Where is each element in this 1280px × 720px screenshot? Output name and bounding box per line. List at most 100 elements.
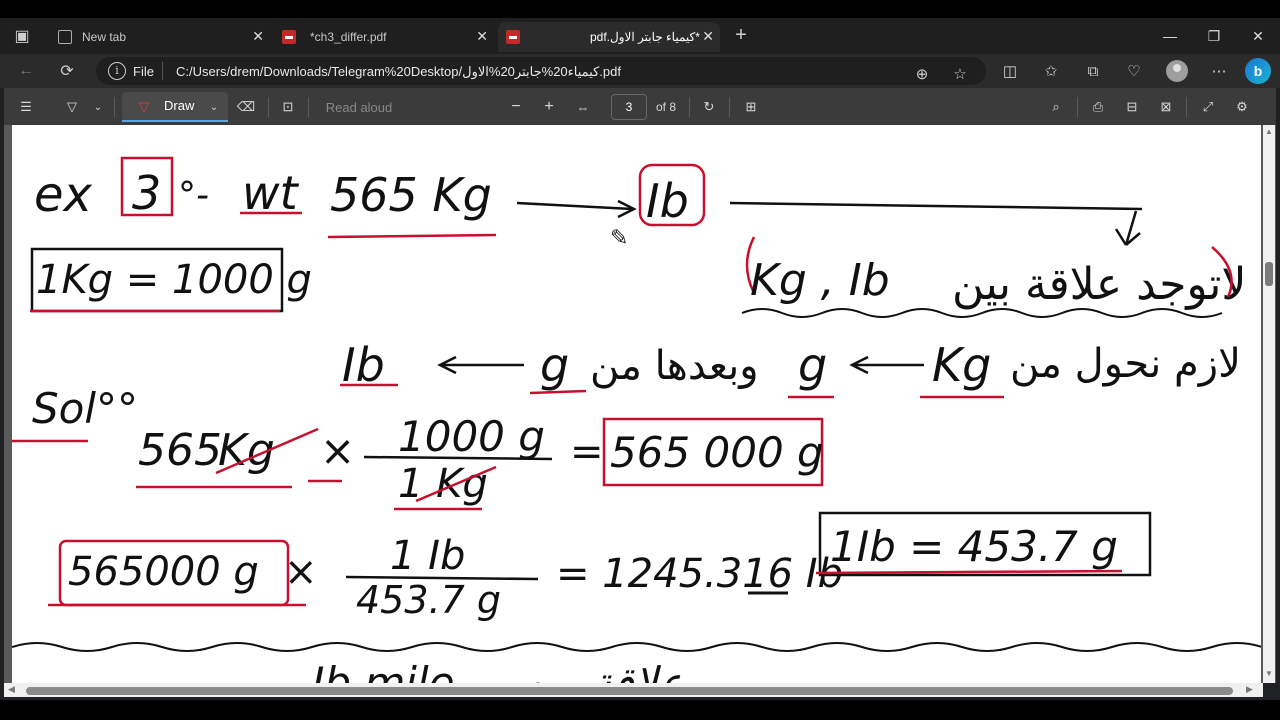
page-count: of 8: [656, 100, 677, 114]
divider: [689, 97, 690, 117]
divider: [114, 97, 115, 117]
more-menu-icon[interactable]: ⋯: [1207, 60, 1231, 82]
tab-new-tab[interactable]: New tab ✕: [50, 22, 270, 52]
step1-denominator: 1 Kg: [398, 461, 488, 507]
back-icon[interactable]: ←: [14, 60, 38, 82]
url-scheme-label: File: [133, 64, 154, 79]
screen-top-border: [0, 0, 1280, 18]
vertical-scroll-thumb[interactable]: [1265, 262, 1273, 286]
path-then-from: وبعدها من: [590, 343, 759, 389]
zoom-out-icon[interactable]: −: [506, 96, 526, 118]
note-no-relation: لاتوجد علاقة بين: [952, 259, 1247, 310]
fit-to-page-icon[interactable]: ⇔: [573, 96, 593, 118]
step2-times: ×: [284, 549, 318, 595]
step1-value: 565: [138, 425, 222, 476]
pdf-icon: [506, 30, 520, 44]
profile-avatar[interactable]: [1166, 60, 1188, 82]
save-icon[interactable]: ⊟: [1122, 96, 1142, 118]
scroll-down-icon[interactable]: ▼: [1264, 669, 1274, 678]
url-text[interactable]: C:/Users/drem/Downloads/Telegram%20Deskt…: [176, 64, 621, 80]
collections-icon[interactable]: ⧉: [1081, 60, 1105, 82]
favorites-icon[interactable]: ✩: [1039, 60, 1063, 82]
highlight-icon[interactable]: ▽: [62, 96, 82, 118]
step1-equals: =: [570, 429, 604, 475]
draw-pen-icon: ▽: [139, 99, 149, 114]
address-bar[interactable]: i File C:/Users/drem/Downloads/Telegram%…: [96, 57, 986, 85]
browser-essentials-icon[interactable]: ♡: [1122, 60, 1146, 82]
example-label: ex: [34, 167, 93, 223]
page-number-input[interactable]: 3: [611, 94, 647, 120]
url-separator: [162, 62, 163, 80]
divider: [729, 97, 730, 117]
divider: [1077, 97, 1078, 117]
example-colon: °-: [178, 175, 209, 216]
step2-result: = 1245.316 Ib: [556, 551, 843, 597]
arrow-line: [516, 201, 633, 211]
step2-numerator: 1 Ib: [390, 533, 465, 579]
long-arrow-line: [729, 201, 1143, 211]
pencil-cursor-icon: ✎: [610, 225, 628, 250]
contents-icon[interactable]: ☰: [16, 96, 36, 118]
close-tab-icon[interactable]: ✕: [702, 28, 714, 45]
page-view-icon[interactable]: ⊞: [741, 96, 761, 118]
close-window-button[interactable]: ✕: [1236, 18, 1280, 54]
zoom-icon[interactable]: ⊕: [910, 63, 934, 85]
split-screen-icon[interactable]: ◫: [998, 60, 1022, 82]
close-tab-icon[interactable]: ✕: [476, 28, 488, 45]
settings-gear-icon[interactable]: ⚙: [1232, 96, 1252, 118]
info-icon[interactable]: i: [108, 62, 126, 80]
print-icon[interactable]: ⎙: [1088, 96, 1108, 118]
pdf-icon: [282, 30, 296, 44]
highlight-dropdown-icon[interactable]: ⌄: [92, 96, 104, 118]
vertical-scrollbar[interactable]: [1263, 125, 1275, 683]
long-arrow-head: [1114, 210, 1141, 246]
next-line-partial: Ib mile ... علاقة بين: [312, 658, 684, 683]
handwritten-notes: ex 3 °- wt 565 Kg Ib ✎ 1Kg = 1000 g Kg ,…: [12, 156, 1261, 683]
step2-denominator: 453.7 g: [356, 578, 501, 622]
path-kg: Kg: [932, 338, 991, 392]
wavy-underline: [741, 308, 1223, 318]
tab-actions-icon[interactable]: ▣: [10, 25, 34, 47]
save-as-icon[interactable]: ⊠: [1156, 96, 1176, 118]
draw-active-indicator: [122, 120, 228, 122]
step1-result: 565 000 g: [610, 428, 824, 477]
target-unit: Ib: [646, 174, 689, 228]
scroll-left-icon[interactable]: ◀: [8, 684, 15, 695]
restore-button[interactable]: ❐: [1192, 18, 1236, 54]
tab-label: *ch3_differ.pdf: [310, 30, 387, 44]
new-tab-button[interactable]: +: [729, 24, 753, 46]
underline: [327, 233, 497, 239]
favorite-star-icon[interactable]: ☆: [948, 63, 972, 85]
underline: [529, 389, 587, 395]
scroll-up-icon[interactable]: ▲: [1264, 127, 1274, 136]
section-divider: [12, 642, 1261, 652]
pdf-toolbar: ☰ ▽ ⌄ ▽ Draw ⌄ ⌫ ⊡ Read aloud − + ⇔ 3 of…: [4, 88, 1276, 125]
close-tab-icon[interactable]: ✕: [252, 28, 264, 45]
fullscreen-icon[interactable]: ⤢: [1198, 96, 1218, 118]
path-g-mid: g: [798, 338, 827, 392]
copilot-icon[interactable]: b: [1245, 58, 1271, 84]
draw-dropdown-icon[interactable]: ⌄: [208, 96, 220, 118]
rotate-icon[interactable]: ↻: [699, 96, 719, 118]
underline: [815, 569, 1123, 575]
divider: [1186, 97, 1187, 117]
search-icon[interactable]: ⌕: [1046, 96, 1066, 118]
eraser-icon[interactable]: ⌫: [236, 96, 256, 118]
horizontal-scroll-thumb[interactable]: [26, 687, 1233, 695]
text-box-icon[interactable]: ⊡: [278, 96, 298, 118]
scroll-right-icon[interactable]: ▶: [1246, 684, 1253, 695]
minimize-button[interactable]: —: [1148, 18, 1192, 54]
draw-label: Draw: [164, 98, 195, 113]
zoom-in-icon[interactable]: +: [539, 96, 559, 118]
tab-ch3-differ[interactable]: *ch3_differ.pdf ✕: [274, 22, 494, 52]
tab-label: pdf.كيمياء جابتر الاول*: [590, 30, 700, 44]
step2-value: 565000 g: [68, 549, 259, 595]
screen-bottom-border: [0, 700, 1280, 720]
read-aloud-button[interactable]: Read aloud: [324, 96, 394, 118]
address-bar-row: ← ⟳ i File C:/Users/drem/Downloads/Teleg…: [0, 54, 1280, 88]
given-mass: 565 Kg: [330, 168, 492, 222]
refresh-icon[interactable]: ⟳: [55, 60, 79, 82]
tab-chemistry-pdf[interactable]: pdf.كيمياء جابتر الاول* ✕: [498, 22, 720, 52]
tab-strip: ▣ New tab ✕ *ch3_differ.pdf ✕ pdf.كيمياء…: [0, 18, 1280, 54]
pdf-viewer[interactable]: ex 3 °- wt 565 Kg Ib ✎ 1Kg = 1000 g Kg ,…: [4, 125, 1276, 683]
